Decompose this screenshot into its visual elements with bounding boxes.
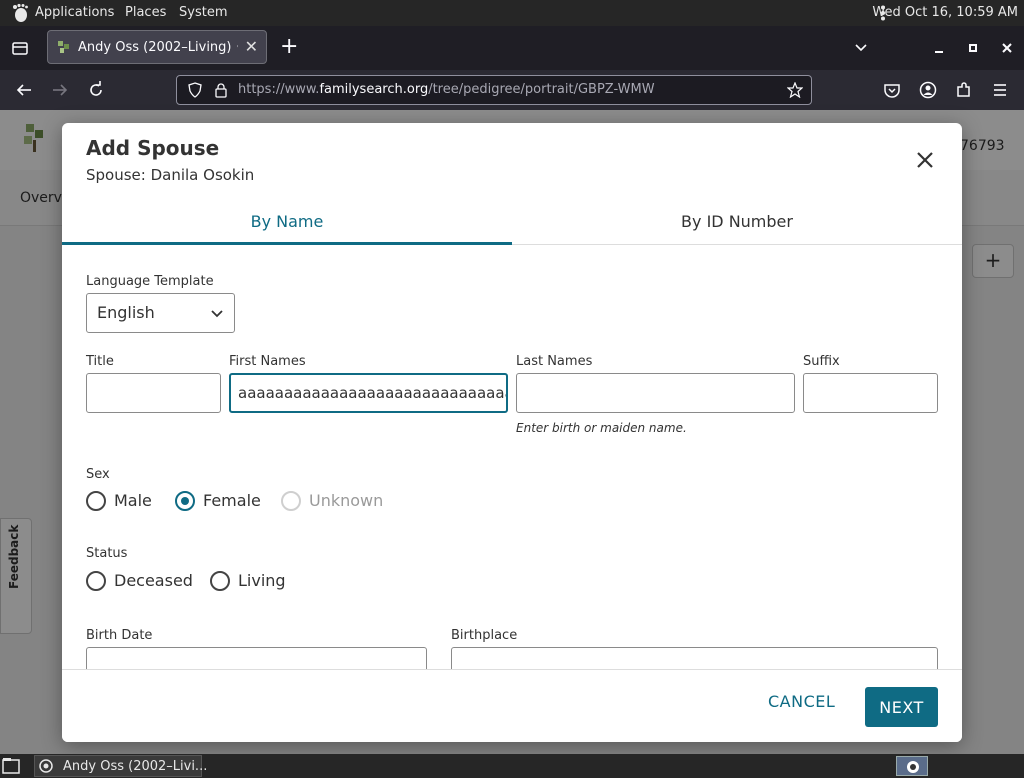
minimize-icon[interactable] [931,40,947,56]
taskbar-window-item[interactable]: Andy Oss (2002–Livi... [34,755,207,777]
tab-by-id-number[interactable]: By ID Number [512,205,962,245]
radio-unchecked-icon [210,571,230,591]
extensions-puzzle-icon[interactable] [954,80,974,100]
system-menu[interactable]: System [179,5,227,20]
status-living-radio[interactable]: Living [210,570,310,592]
status-deceased-radio[interactable]: Deceased [86,570,206,592]
window-close-icon[interactable] [999,40,1015,56]
taskbar-window-label: Andy Oss (2002–Livi... [63,759,208,774]
radio-disabled-icon [281,491,301,511]
system-top-bar: Applications Places System Wed Oct 16, 1… [0,0,1024,26]
add-spouse-dialog: Add Spouse Spouse: Danila Osokin By Name… [62,123,962,742]
places-menu[interactable]: Places [125,5,166,20]
first-names-value: aaaaaaaaaaaaaaaaaaaaaaaaaaaaaa [238,384,508,402]
radio-checked-icon [175,491,195,511]
tab-overflow-chevron-icon[interactable] [853,39,869,55]
sex-female-label: Female [203,491,261,510]
radio-unchecked-icon [86,571,106,591]
maximize-icon[interactable] [965,40,981,56]
workspace-switcher[interactable] [896,756,928,776]
first-names-input[interactable]: aaaaaaaaaaaaaaaaaaaaaaaaaaaaaa [229,373,508,413]
firefox-icon [39,759,53,773]
dialog-title: Add Spouse [86,136,220,160]
close-icon[interactable] [913,148,937,172]
url-bar[interactable]: https://www.familysearch.org/tree/pedigr… [176,75,812,105]
browser-nav-bar: https://www.familysearch.org/tree/pedigr… [0,70,1024,110]
hamburger-menu-icon[interactable] [990,80,1010,100]
taskbar: Andy Oss (2002–Livi... [0,754,1024,778]
browser-tab[interactable]: Andy Oss (2002–Living) • Sit ✕ [47,30,267,64]
suffix-label: Suffix [803,354,840,369]
next-button[interactable]: NEXT [865,687,938,727]
url-path: /tree/pedigree/portrait/GBPZ-WMW [428,82,655,97]
language-template-label: Language Template [86,274,214,289]
tab-title: Andy Oss (2002–Living) • Sit [78,40,238,55]
show-desktop-icon[interactable] [2,757,22,775]
chevron-down-icon [211,310,223,318]
title-label: Title [86,354,114,369]
language-template-select[interactable]: English [86,293,235,333]
reload-icon[interactable] [86,80,106,100]
tab-close-icon[interactable]: ✕ [245,37,258,56]
status-deceased-label: Deceased [114,571,193,590]
cancel-button[interactable]: CANCEL [768,692,835,711]
first-names-label: First Names [229,354,306,369]
dialog-subtitle: Spouse: Danila Osokin [86,166,255,184]
sex-male-radio[interactable]: Male [86,490,186,512]
last-names-label: Last Names [516,354,593,369]
clock[interactable]: Wed Oct 16, 10:59 AM [872,5,1018,20]
account-icon[interactable] [918,80,938,100]
status-living-label: Living [238,571,286,590]
tab-list-icon[interactable] [10,38,30,58]
dialog-tabs: By Name By ID Number [62,205,962,245]
workspace-icon [907,761,919,773]
back-arrow-icon[interactable] [14,80,34,100]
pocket-icon[interactable] [882,80,902,100]
url-domain: familysearch.org [319,82,429,97]
title-input[interactable] [86,373,221,413]
url-text[interactable]: https://www.familysearch.org/tree/pedigr… [238,82,655,97]
last-names-input[interactable] [516,373,795,413]
familysearch-favicon-icon [58,41,69,53]
last-names-hint: Enter birth or maiden name. [516,421,687,435]
birth-date-label: Birth Date [86,628,153,643]
gnome-foot-icon[interactable] [10,3,30,23]
language-template-value: English [97,303,155,322]
lock-icon[interactable] [213,82,229,98]
bookmark-star-icon[interactable] [787,82,803,98]
applications-menu[interactable]: Applications [35,5,114,20]
status-label: Status [86,546,128,561]
sex-female-radio[interactable]: Female [175,490,285,512]
url-prefix: https://www. [238,82,320,97]
sex-unknown-radio: Unknown [281,490,401,512]
browser-tab-strip: Andy Oss (2002–Living) • Sit ✕ + [0,26,1024,70]
sex-unknown-label: Unknown [309,491,384,510]
new-tab-icon[interactable]: + [280,36,298,58]
shield-icon[interactable] [187,82,203,98]
suffix-input[interactable] [803,373,938,413]
sex-male-label: Male [114,491,152,510]
birthplace-label: Birthplace [451,628,518,643]
radio-unchecked-icon [86,491,106,511]
sex-label: Sex [86,467,110,482]
dialog-footer: CANCEL NEXT [62,669,962,742]
tab-by-name[interactable]: By Name [62,205,512,245]
forward-arrow-icon[interactable] [50,80,70,100]
